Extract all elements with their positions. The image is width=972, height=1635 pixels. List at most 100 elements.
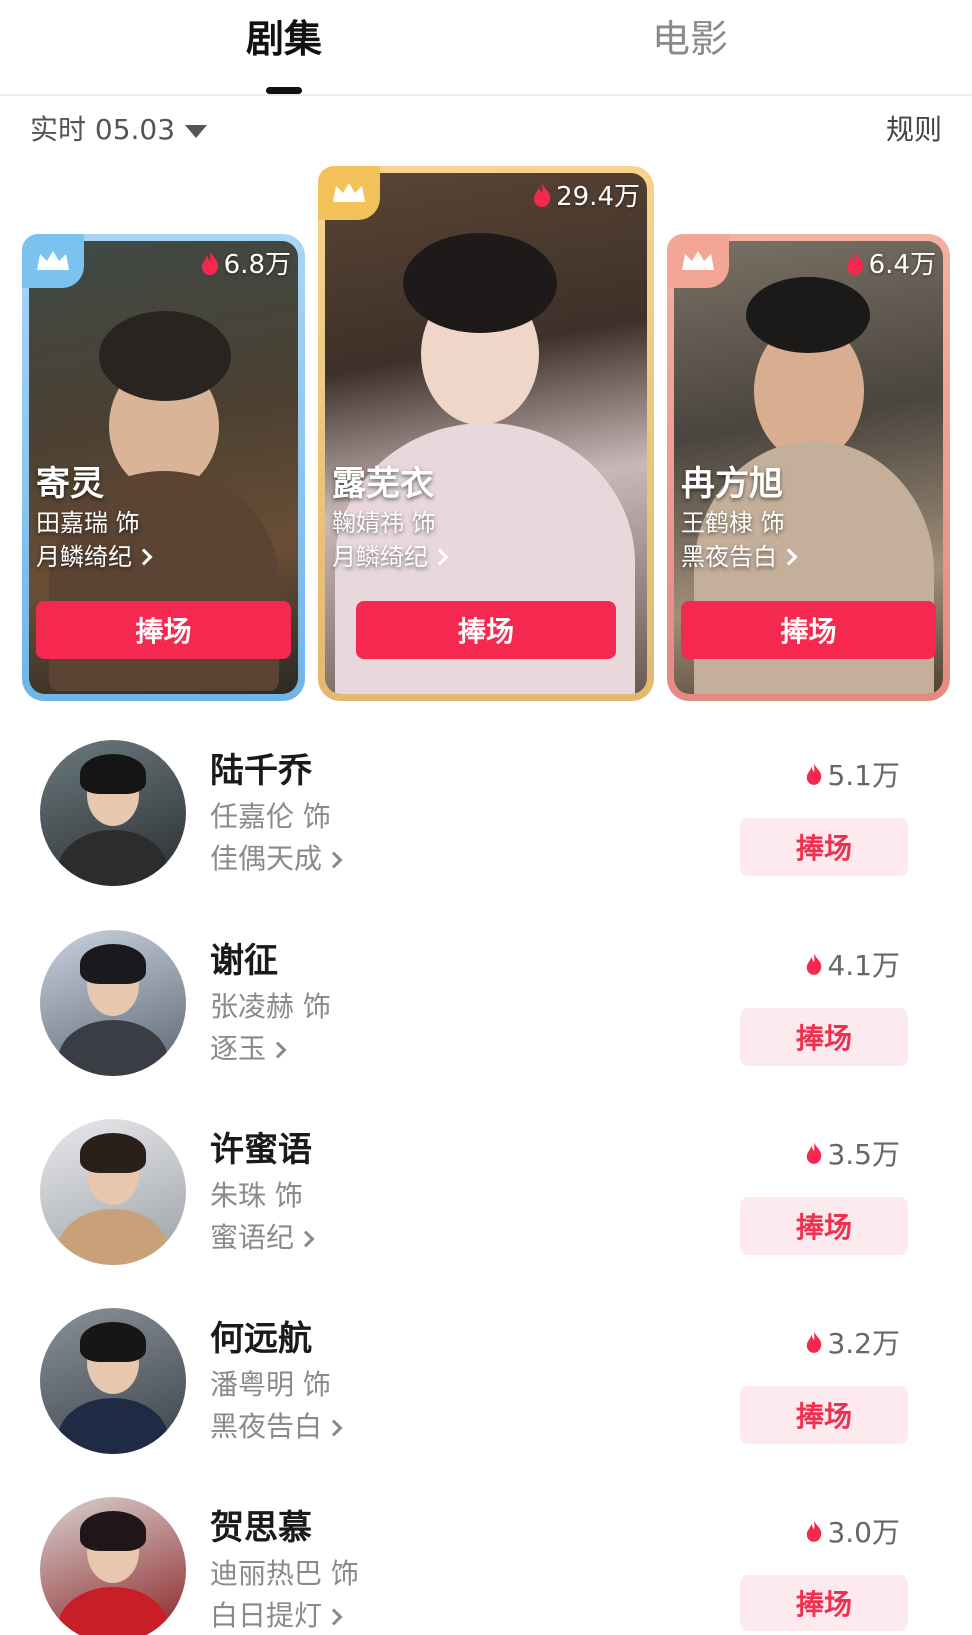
- heat-value: 5.1万: [827, 759, 900, 792]
- avatar-clothing: [58, 1587, 168, 1635]
- ranking-row[interactable]: 贺思慕 迪丽热巴 饰 白日提灯 3.0万 捧场: [0, 1497, 972, 1635]
- avatar-clothing: [58, 830, 168, 886]
- cheer-button[interactable]: 捧场: [740, 1575, 908, 1631]
- cheer-button[interactable]: 捧场: [740, 1197, 908, 1255]
- date-filter-dropdown[interactable]: 实时 05.03: [30, 110, 208, 150]
- avatar: [40, 1119, 186, 1265]
- cheer-button[interactable]: 捧场: [740, 818, 908, 876]
- top-card-rank-1[interactable]: 29.4万 露芜衣 鞠婧祎 饰 月鳞绮纪 捧场: [318, 166, 654, 701]
- chevron-right-icon: [431, 548, 449, 566]
- flame-icon: [532, 182, 552, 208]
- flame-icon: [805, 1141, 823, 1165]
- avatar-clothing: [58, 1209, 168, 1265]
- character-name: 陆千乔: [210, 751, 312, 791]
- ranking-row[interactable]: 何远航 潘粤明 饰 黑夜告白 3.2万 捧场: [0, 1308, 972, 1458]
- card-info: 寄灵 田嘉瑞 饰 月鳞绮纪: [36, 462, 153, 574]
- heat-value: 6.8万: [223, 250, 291, 280]
- actor-name: 王鹤棣 饰: [681, 509, 785, 537]
- portrait-hair: [403, 233, 557, 333]
- cheer-button[interactable]: 捧场: [356, 601, 616, 659]
- heat-value: 29.4万: [556, 182, 640, 212]
- chevron-right-icon: [297, 1230, 315, 1248]
- tab-bar: 剧集 电影: [0, 0, 972, 96]
- heat-indicator: 3.5万: [805, 1133, 900, 1173]
- crown-icon: [331, 180, 367, 206]
- heat-value: 3.0万: [827, 1516, 900, 1549]
- chevron-right-icon: [325, 1608, 343, 1626]
- character-name: 谢征: [210, 941, 278, 981]
- heat-value: 3.2万: [827, 1327, 900, 1360]
- cheer-button[interactable]: 捧场: [36, 601, 291, 659]
- rank-badge: [318, 166, 380, 220]
- heat-indicator: 6.4万: [845, 244, 936, 281]
- show-link[interactable]: 白日提灯: [210, 1597, 343, 1635]
- show-link[interactable]: 黑夜告白: [210, 1408, 343, 1446]
- avatar-hair: [80, 944, 146, 984]
- show-link[interactable]: 佳偶天成: [210, 840, 343, 878]
- rank-badge: [667, 234, 729, 288]
- ranking-row[interactable]: 陆千乔 任嘉伦 饰 佳偶天成 5.1万 捧场: [0, 740, 972, 890]
- top-card-rank-2[interactable]: 6.8万 寄灵 田嘉瑞 饰 月鳞绮纪 捧场: [22, 234, 305, 701]
- flame-icon: [805, 1330, 823, 1354]
- show-link[interactable]: 黑夜告白: [681, 540, 798, 574]
- heat-indicator: 6.8万: [200, 244, 291, 281]
- chevron-right-icon: [325, 851, 343, 869]
- flame-icon: [805, 1519, 823, 1543]
- heat-indicator: 4.1万: [805, 944, 900, 984]
- rank-badge: [22, 234, 84, 288]
- actor-name: 朱珠 饰: [210, 1179, 303, 1212]
- card-info: 露芜衣 鞠婧祎 饰 月鳞绮纪: [332, 462, 449, 574]
- avatar-hair: [80, 1511, 146, 1551]
- avatar: [40, 930, 186, 1076]
- heat-value: 4.1万: [827, 949, 900, 982]
- character-name: 贺思慕: [210, 1508, 312, 1548]
- chevron-right-icon: [135, 548, 153, 566]
- flame-icon: [805, 952, 823, 976]
- cheer-button[interactable]: 捧场: [681, 601, 936, 659]
- chevron-right-icon: [269, 1041, 287, 1059]
- avatar-clothing: [58, 1020, 168, 1076]
- cheer-button[interactable]: 捧场: [740, 1386, 908, 1444]
- chevron-right-icon: [325, 1419, 343, 1437]
- heat-indicator: 3.2万: [805, 1322, 900, 1362]
- ranking-row[interactable]: 许蜜语 朱珠 饰 蜜语纪 3.5万 捧场: [0, 1119, 972, 1269]
- character-name: 露芜衣: [332, 464, 434, 504]
- avatar-hair: [80, 1322, 146, 1362]
- actor-name: 潘粤明 饰: [210, 1368, 331, 1401]
- ranking-row[interactable]: 谢征 张凌赫 饰 逐玉 4.1万 捧场: [0, 930, 972, 1080]
- avatar-clothing: [58, 1398, 168, 1454]
- heat-value: 3.5万: [827, 1138, 900, 1171]
- actor-name: 田嘉瑞 饰: [36, 509, 140, 537]
- show-link[interactable]: 月鳞绮纪: [332, 540, 449, 574]
- active-tab-indicator: [266, 87, 302, 94]
- portrait-hair: [99, 311, 231, 401]
- character-name: 何远航: [210, 1319, 312, 1359]
- flame-icon: [805, 762, 823, 786]
- heat-indicator: 3.0万: [805, 1511, 900, 1551]
- show-link[interactable]: 逐玉: [210, 1030, 287, 1068]
- character-name: 寄灵: [36, 464, 104, 504]
- avatar: [40, 1497, 186, 1635]
- top-card-rank-3[interactable]: 6.4万 冉方旭 王鹤棣 饰 黑夜告白 捧场: [667, 234, 950, 701]
- show-link[interactable]: 蜜语纪: [210, 1219, 315, 1257]
- crown-icon: [35, 248, 71, 274]
- caret-down-icon: [185, 124, 208, 138]
- avatar: [40, 1308, 186, 1454]
- flame-icon: [845, 250, 865, 276]
- heat-value: 6.4万: [868, 250, 936, 280]
- tab-series[interactable]: 剧集: [246, 14, 322, 64]
- actor-name: 任嘉伦 饰: [210, 800, 331, 833]
- portrait-hair: [746, 277, 870, 353]
- flame-icon: [200, 250, 220, 276]
- actor-name: 张凌赫 饰: [210, 990, 331, 1023]
- cheer-button[interactable]: 捧场: [740, 1008, 908, 1066]
- avatar-hair: [80, 754, 146, 794]
- avatar-hair: [80, 1133, 146, 1173]
- crown-icon: [680, 248, 716, 274]
- character-name: 冉方旭: [681, 464, 783, 504]
- tab-movies[interactable]: 电影: [652, 14, 728, 64]
- rules-link[interactable]: 规则: [886, 110, 942, 150]
- show-link[interactable]: 月鳞绮纪: [36, 540, 153, 574]
- heat-indicator: 29.4万: [532, 176, 640, 213]
- character-name: 许蜜语: [210, 1130, 312, 1170]
